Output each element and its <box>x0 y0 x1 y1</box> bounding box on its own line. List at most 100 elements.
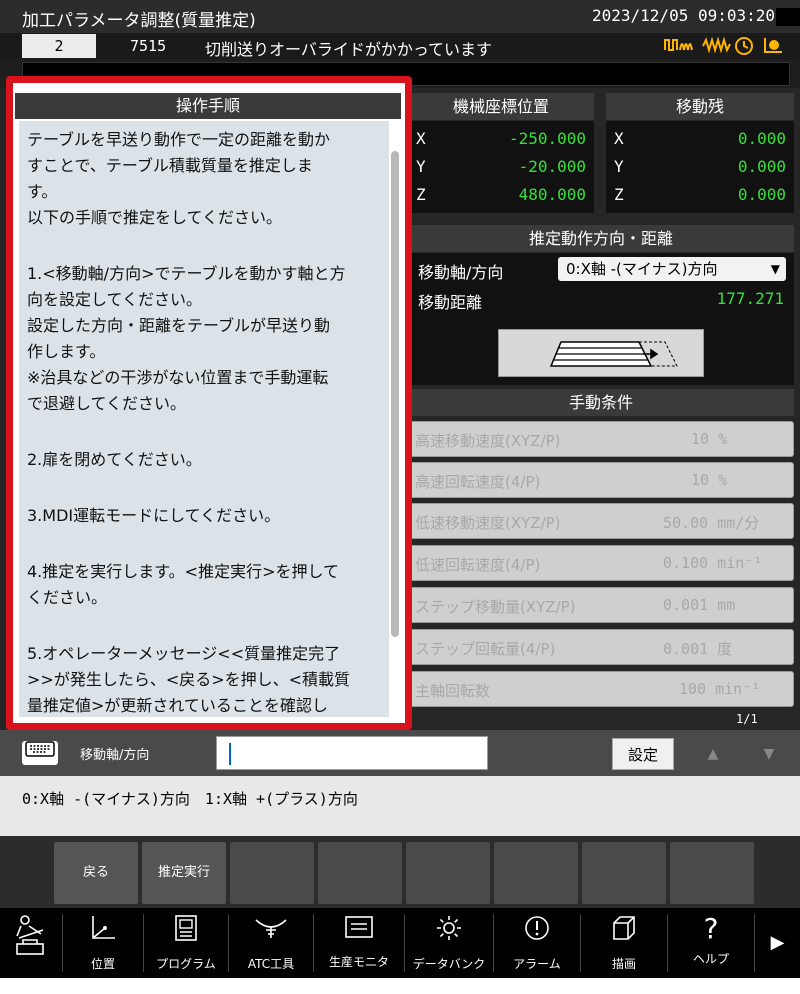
step-line: すことで、テーブル積載質量を推定しま <box>27 156 313 175</box>
remaining-value: 0.000 <box>737 185 786 204</box>
nav-label: 描画 <box>611 957 636 971</box>
run-estimation-button[interactable]: 推定実行 <box>142 842 226 904</box>
title-bar: 加工パラメータ調整(質量推定) 2023/12/05 09:03:20 <box>0 0 800 33</box>
message-number[interactable]: 2 <box>22 34 96 58</box>
nav-label: 生産モニタ <box>328 955 389 969</box>
machine-coords-panel: X -250.000 Y -20.000 Z 480.000 <box>408 121 594 213</box>
drawing-icon <box>581 914 667 949</box>
cond-label: 低速移動速度(XYZ/P) <box>415 514 561 532</box>
caret-down-icon: ▼ <box>770 262 780 276</box>
keyboard-icon[interactable] <box>22 741 58 765</box>
operation-steps-inner: 操作手順 テーブルを早送り動作で一定の距離を動か すことで、テーブル積載質量を推… <box>13 83 405 723</box>
step-line: 1.<移動軸/方向>でテーブルを動かす軸と方 <box>27 264 346 283</box>
production-monitor-icon <box>314 914 404 947</box>
cond-row-spindle-speed: 主軸回転数 100 min⁻¹ <box>408 671 794 707</box>
step-line: 5.オペレーターメッセージ<<質量推定完了 <box>27 644 341 663</box>
data-bank-icon <box>405 914 493 949</box>
operation-steps-scrollbar[interactable] <box>391 151 399 637</box>
nav-next-button[interactable]: ▶ <box>755 908 800 978</box>
manual-conditions-header: 手動条件 <box>408 389 794 416</box>
cond-label: 高速移動速度(XYZ/P) <box>415 432 561 450</box>
atc-tool-icon <box>229 914 313 949</box>
remaining-value: 0.000 <box>737 157 786 176</box>
remaining-row-z: Z 0.000 <box>606 181 794 207</box>
coord-row-y: Y -20.000 <box>408 153 594 179</box>
softkey-8[interactable] <box>670 842 754 904</box>
nav-label: ヘルプ <box>692 952 729 966</box>
remaining-value: 0.000 <box>737 129 786 148</box>
triangle-down-icon: ▼ <box>763 746 775 762</box>
operator-icon <box>0 914 62 965</box>
softkey-6[interactable] <box>494 842 578 904</box>
table-move-diagram <box>498 329 704 377</box>
cond-value: 10 % <box>691 430 728 448</box>
back-button[interactable]: 戻る <box>54 842 138 904</box>
step-line: >>が発生したら、<戻る>を押し、<積載質 <box>27 670 351 689</box>
input-label: 移動軸/方向 <box>80 748 150 763</box>
softkey-5[interactable] <box>406 842 490 904</box>
distance-label: 移動距離 <box>418 293 483 312</box>
page-down-button[interactable]: ▼ <box>746 738 792 770</box>
set-button[interactable]: 設定 <box>612 738 674 770</box>
nav-program[interactable]: プログラム <box>144 908 228 978</box>
cond-label: 主軸回転数 <box>415 682 491 700</box>
direction-select[interactable]: 0:X軸 -(マイナス)方向 ▼ <box>558 257 786 281</box>
spindle-wave-icon <box>664 36 694 58</box>
axis-label: Y <box>416 157 426 176</box>
step-line: 3.MDI運転モードにしてください。 <box>27 506 281 525</box>
cond-label: 低速回転速度(4/P) <box>415 556 541 574</box>
cond-label: 高速回転速度(4/P) <box>415 473 541 491</box>
distance-value: 177.271 <box>716 289 784 308</box>
cond-value: 0.001 度 <box>663 640 733 658</box>
nav-atc-tool[interactable]: ATC工具 <box>229 908 313 978</box>
axis-label: Z <box>614 185 624 204</box>
datetime-edge <box>776 8 800 26</box>
coord-row-x: X -250.000 <box>408 125 594 151</box>
direction-value: 0:X軸 -(マイナス)方向 <box>566 260 718 278</box>
nav-operator[interactable] <box>0 908 62 978</box>
nav-label: データバンク <box>412 957 486 971</box>
coord-value: -250.000 <box>508 129 586 148</box>
cond-row-rapid-speed-xyz: 高速移動速度(XYZ/P) 10 % <box>408 421 794 457</box>
nav-alarm[interactable]: アラーム <box>494 908 580 978</box>
axis-label: Y <box>614 157 624 176</box>
softkey-3[interactable] <box>230 842 314 904</box>
step-line: 以下の手順で推定をしてください。 <box>27 208 283 227</box>
cond-value: 10 % <box>691 471 728 489</box>
step-gap <box>27 231 381 261</box>
nav-label: プログラム <box>156 957 216 971</box>
cond-row-slow-rotation-4: 低速回転速度(4/P) 0.100 min⁻¹ <box>408 545 794 581</box>
datetime: 2023/12/05 09:03:20 <box>592 6 776 25</box>
remaining-row-x: X 0.000 <box>606 125 794 151</box>
program-icon <box>144 914 228 949</box>
step-line: 量推定値>が更新されていることを確認し <box>27 696 328 715</box>
step-line: テーブルを早送り動作で一定の距離を動か <box>27 130 331 149</box>
direction-input[interactable] <box>216 736 488 770</box>
page-up-button[interactable]: ▲ <box>690 738 736 770</box>
direction-label: 移動軸/方向 <box>418 263 504 282</box>
step-gap <box>27 473 381 503</box>
softkey-4[interactable] <box>318 842 402 904</box>
nav-production-monitor[interactable]: 生産モニタ <box>314 908 404 978</box>
cond-row-rapid-rotation-4: 高速回転速度(4/P) 10 % <box>408 462 794 498</box>
nav-data-bank[interactable]: データバンク <box>405 908 493 978</box>
step-gap <box>27 529 381 559</box>
operation-steps-body[interactable]: テーブルを早送り動作で一定の距離を動か すことで、テーブル積載質量を推定しま す… <box>19 121 389 717</box>
position-icon <box>63 914 143 949</box>
cond-label: ステップ移動量(XYZ/P) <box>415 598 576 616</box>
nav-drawing[interactable]: 描画 <box>581 908 667 978</box>
softkey-7[interactable] <box>582 842 666 904</box>
message-row: 2 7515 切削送りオーバライドがかかっています <box>0 33 800 59</box>
options-panel: 0:X軸 -(マイナス)方向 1:X軸 +(プラス)方向 <box>0 776 800 836</box>
nav-help[interactable]: ? ヘルプ <box>668 908 754 978</box>
cond-value: 0.100 min⁻¹ <box>663 554 763 572</box>
nav-position[interactable]: 位置 <box>63 908 143 978</box>
estimation-header: 推定動作方向・距離 <box>408 225 794 252</box>
step-line: ください。 <box>27 588 108 607</box>
coord-value: -20.000 <box>518 157 586 176</box>
page-indicator: 1/1 <box>736 712 758 726</box>
cond-row-slow-speed-xyz: 低速移動速度(XYZ/P) 50.00 mm/分 <box>408 503 794 539</box>
alarm-icon <box>494 914 580 949</box>
text-cursor <box>229 743 231 765</box>
operation-steps-title: 操作手順 <box>15 93 401 119</box>
